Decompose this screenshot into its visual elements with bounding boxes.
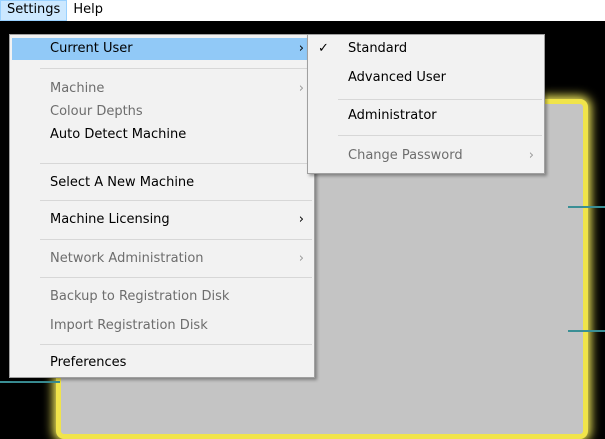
chevron-right-icon: › xyxy=(298,212,304,227)
menu-separator xyxy=(338,135,542,136)
menu-item-machine-licensing[interactable]: Machine Licensing › xyxy=(12,209,312,231)
menu-item-change-password[interactable]: Change Password › xyxy=(310,145,542,167)
menu-help[interactable]: Help xyxy=(67,0,109,21)
current-user-submenu: ✓ Standard Advanced User Administrator C… xyxy=(307,34,545,174)
menu-item-label: Change Password xyxy=(348,148,463,163)
settings-menu: Current User › Machine › Colour Depths A… xyxy=(9,34,315,378)
menu-separator xyxy=(40,68,312,69)
menu-item-auto-detect-machine[interactable]: Auto Detect Machine xyxy=(12,124,312,146)
menu-item-label: Machine Licensing xyxy=(50,212,170,227)
menu-item-select-new-machine[interactable]: Select A New Machine xyxy=(12,172,312,194)
chevron-right-icon: › xyxy=(298,251,304,266)
menu-item-preferences[interactable]: Preferences xyxy=(12,352,312,374)
menu-item-network-administration[interactable]: Network Administration › xyxy=(12,248,312,270)
menu-separator xyxy=(40,277,312,278)
menu-separator xyxy=(338,99,542,100)
menu-item-advanced-user[interactable]: Advanced User xyxy=(310,67,542,89)
connector-line xyxy=(0,381,60,383)
menu-item-import-registration-disk[interactable]: Import Registration Disk xyxy=(12,315,312,337)
menu-item-label: Standard xyxy=(348,41,408,56)
menu-item-standard[interactable]: ✓ Standard xyxy=(310,38,542,60)
chevron-right-icon: › xyxy=(298,81,304,96)
menu-separator xyxy=(40,344,312,345)
connector-line xyxy=(568,206,605,208)
menu-item-colour-depths[interactable]: Colour Depths xyxy=(12,101,312,123)
chevron-right-icon: › xyxy=(298,41,304,56)
menu-separator xyxy=(40,163,312,164)
chevron-right-icon: › xyxy=(528,148,534,163)
menu-item-backup-registration-disk[interactable]: Backup to Registration Disk xyxy=(12,286,312,308)
menu-separator xyxy=(40,239,312,240)
menu-bar: Settings Help xyxy=(0,0,605,21)
menu-item-label: Current User xyxy=(50,41,133,56)
menu-separator xyxy=(40,200,312,201)
menu-item-label: Network Administration xyxy=(50,251,204,266)
connector-line xyxy=(568,330,605,332)
menu-item-label: Machine xyxy=(50,81,105,96)
menu-item-current-user[interactable]: Current User › xyxy=(12,38,312,60)
checkmark-icon: ✓ xyxy=(318,41,329,56)
menu-settings[interactable]: Settings xyxy=(0,0,68,21)
menu-item-administrator[interactable]: Administrator xyxy=(310,105,542,127)
menu-item-machine[interactable]: Machine › xyxy=(12,78,312,100)
